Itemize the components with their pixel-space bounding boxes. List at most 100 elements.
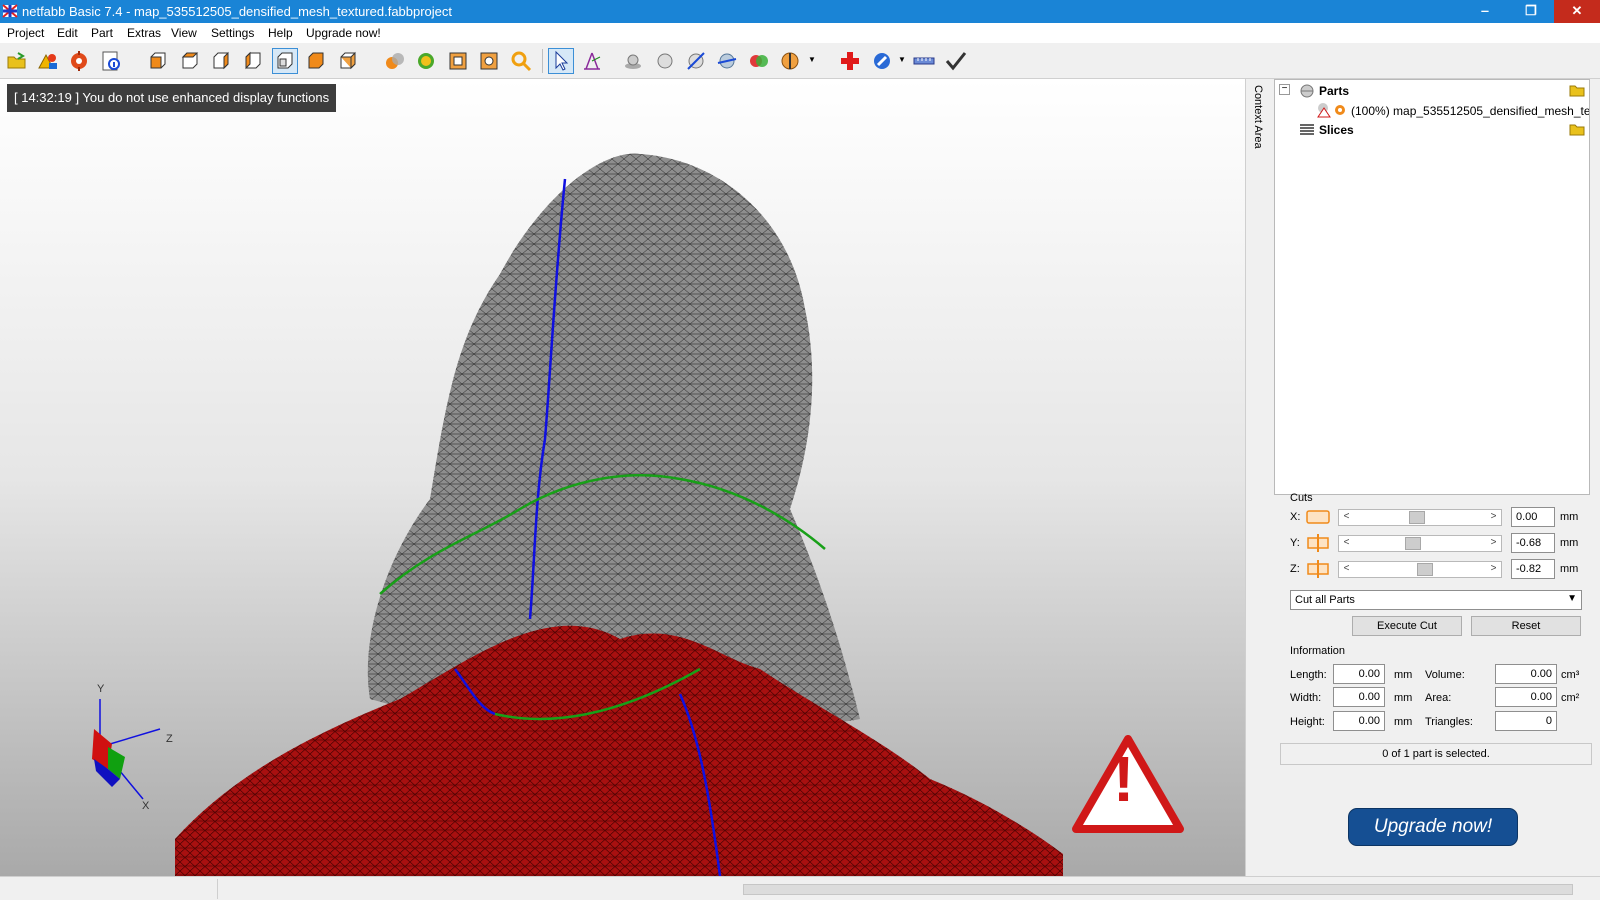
cut-plane-x-icon[interactable] (1306, 508, 1330, 526)
cut-y-value-input[interactable]: -0.68 (1511, 533, 1555, 553)
width-label: Width: (1290, 692, 1322, 704)
warning-symbol: ! (1113, 743, 1135, 815)
area-unit: cm² (1561, 692, 1580, 704)
restore-button[interactable]: ❐ (1508, 0, 1554, 23)
view-isometric-icon[interactable] (336, 49, 360, 73)
cut-plane-z-icon[interactable] (1306, 560, 1330, 578)
zoom-selection-icon[interactable] (477, 49, 501, 73)
slider-thumb[interactable] (1409, 511, 1426, 524)
cut-z-slider[interactable]: < > (1338, 561, 1502, 578)
open-project-icon[interactable] (5, 49, 29, 73)
cut-x-axis-label: X: (1290, 511, 1301, 523)
part-eye-icon[interactable] (1333, 103, 1347, 117)
sphere-icon[interactable] (653, 49, 677, 73)
part-warning-icon (1317, 103, 1331, 118)
view-back-icon[interactable] (178, 49, 202, 73)
netfabb-app-icon (2, 4, 18, 18)
display-message: [ 14:32:19 ] You do not use enhanced dis… (7, 84, 337, 112)
tree-part-item[interactable]: (100%) map_535512505_densified_mesh_text… (1351, 104, 1589, 122)
menu-help[interactable]: Help (268, 26, 293, 40)
checkmark-icon[interactable] (944, 49, 968, 73)
volume-label: Volume: (1425, 669, 1465, 681)
axis-label-x: X (142, 800, 150, 812)
slider-left-arrow-icon[interactable]: < (1339, 536, 1354, 551)
context-area-label: Context Area (1252, 85, 1264, 149)
part-info-icon[interactable] (99, 49, 123, 73)
slider-left-arrow-icon[interactable]: < (1339, 510, 1354, 525)
menu-edit[interactable]: Edit (57, 26, 78, 40)
reset-button[interactable]: Reset (1471, 616, 1581, 636)
minimize-button[interactable]: ‒ (1462, 0, 1508, 23)
right-panel: − Parts (100%) map_535512505_densified_m… (1272, 79, 1600, 876)
slider-right-arrow-icon[interactable]: > (1486, 536, 1501, 551)
axis-label-y: Y (97, 683, 105, 695)
add-red-cross-icon[interactable] (838, 49, 862, 73)
menu-settings[interactable]: Settings (211, 26, 254, 40)
cut-z-value-input[interactable]: -0.82 (1511, 559, 1555, 579)
information-title: Information (1290, 645, 1346, 657)
select-cursor-icon[interactable] (548, 48, 574, 74)
shading-icon[interactable] (383, 49, 407, 73)
section-dropdown-icon[interactable] (778, 49, 802, 73)
menu-upgrade-now[interactable]: Upgrade now! (306, 26, 381, 40)
cut-x-value-input[interactable]: 0.00 (1511, 507, 1555, 527)
measure-points-icon[interactable] (684, 49, 708, 73)
3d-viewport[interactable]: Y Z X ! [ 14:32:19 ] You do not use enha… (0, 79, 1245, 876)
view-top-icon[interactable] (272, 48, 298, 74)
mesh-render (92, 153, 1063, 876)
cut-x-unit: mm (1560, 511, 1579, 523)
tree-slices-label[interactable]: Slices (1319, 123, 1354, 141)
view-left-icon[interactable] (209, 49, 233, 73)
repair-wizard-icon[interactable] (870, 49, 894, 73)
execute-cut-button[interactable]: Execute Cut (1352, 616, 1462, 636)
menu-part[interactable]: Part (91, 26, 113, 40)
height-unit: mm (1394, 716, 1413, 728)
slider-right-arrow-icon[interactable]: > (1486, 510, 1501, 525)
menu-bar: Project Edit Part Extras View Settings H… (0, 23, 1600, 43)
cut-y-unit: mm (1560, 537, 1579, 549)
menu-project[interactable]: Project (7, 26, 44, 40)
view-right-icon[interactable] (241, 49, 265, 73)
slider-left-arrow-icon[interactable]: < (1339, 562, 1354, 577)
view-bottom-icon[interactable] (304, 49, 328, 73)
repair-icon[interactable] (67, 49, 91, 73)
cut-x-slider[interactable]: < > (1338, 509, 1502, 526)
sphere-small-icon[interactable] (621, 49, 645, 73)
render-mode-icon[interactable] (414, 49, 438, 73)
view-front-icon[interactable] (146, 49, 170, 73)
boolean-icon[interactable] (747, 49, 771, 73)
slider-thumb[interactable] (1416, 563, 1433, 576)
cut-scope-select[interactable]: Cut all Parts ▼ (1290, 590, 1582, 610)
triangles-label: Triangles: (1425, 716, 1473, 728)
axis-label-z: Z (166, 733, 173, 745)
zoom-extents-icon[interactable] (446, 49, 470, 73)
menu-view[interactable]: View (171, 26, 197, 40)
close-button[interactable]: ✕ (1554, 0, 1600, 23)
cut-y-slider[interactable]: < > (1338, 535, 1502, 552)
slider-thumb[interactable] (1404, 537, 1421, 550)
add-part-icon[interactable] (36, 49, 60, 73)
ruler-icon[interactable] (912, 49, 936, 73)
tree-parts-label[interactable]: Parts (1319, 84, 1349, 102)
cut-plane-y-icon[interactable] (1306, 534, 1330, 552)
project-tree[interactable]: − Parts (100%) map_535512505_densified_m… (1274, 79, 1590, 495)
tree-expander[interactable]: − (1279, 84, 1290, 95)
parts-folder-icon[interactable] (1569, 83, 1585, 97)
dropdown-arrow-icon[interactable]: ▼ (808, 55, 816, 64)
measure-plane-icon[interactable] (715, 49, 739, 73)
cut-z-unit: mm (1560, 563, 1579, 575)
dropdown-arrow-icon[interactable]: ▼ (898, 55, 906, 64)
width-value: 0.00 (1333, 687, 1385, 707)
toolbar-separator (542, 49, 543, 73)
slider-right-arrow-icon[interactable]: > (1486, 562, 1501, 577)
slices-folder-icon[interactable] (1569, 122, 1585, 136)
cut-scope-value: Cut all Parts (1295, 594, 1355, 606)
horizontal-scrollbar[interactable] (743, 884, 1573, 895)
triangles-value: 0 (1495, 711, 1557, 731)
upgrade-now-button[interactable]: Upgrade now! (1348, 808, 1518, 846)
length-unit: mm (1394, 669, 1413, 681)
menu-extras[interactable]: Extras (127, 26, 161, 40)
context-area-strip[interactable]: Context Area (1245, 79, 1272, 876)
magnifier-icon[interactable] (509, 49, 533, 73)
measure-axes-icon[interactable] (580, 49, 604, 73)
